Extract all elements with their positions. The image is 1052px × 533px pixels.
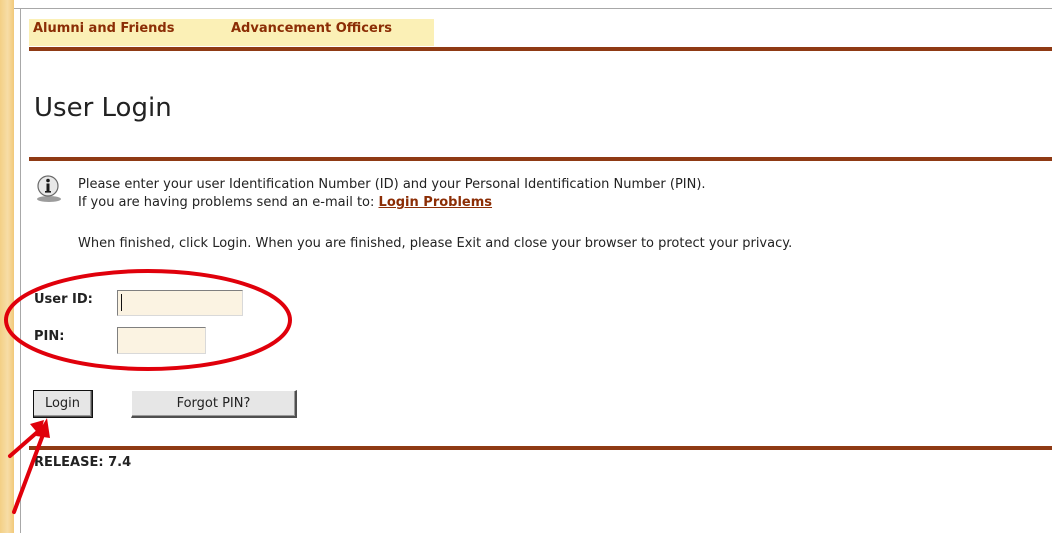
login-problems-link[interactable]: Login Problems — [379, 195, 493, 210]
page-title: User Login — [34, 93, 172, 123]
top-nav-bar: Alumni and Friends Advancement Officers — [29, 19, 434, 46]
instructions-line-2: If you are having problems send an e-mai… — [78, 194, 706, 212]
user-id-label: User ID: — [34, 292, 93, 307]
instructions-line-1: Please enter your user Identification Nu… — [78, 177, 706, 192]
window-top-border — [14, 0, 1052, 9]
forgot-pin-button[interactable]: Forgot PIN? — [131, 390, 297, 418]
user-id-input[interactable] — [117, 290, 243, 316]
pin-input[interactable] — [117, 327, 206, 354]
help-prefix-text: If you are having problems send an e-mai… — [78, 195, 375, 210]
login-instructions: Please enter your user Identification Nu… — [78, 176, 706, 212]
footer-divider — [29, 446, 1052, 450]
annotation-ellipse — [4, 269, 292, 371]
annotation-overlay — [4, 269, 292, 514]
privacy-instructions: When finished, click Login. When you are… — [78, 236, 793, 251]
release-version: RELEASE: 7.4 — [34, 455, 132, 470]
text-caret — [121, 294, 122, 311]
window-left-border — [14, 0, 21, 533]
pin-label: PIN: — [34, 329, 65, 344]
nav-item-advancement-officers[interactable]: Advancement Officers — [231, 21, 392, 36]
header-divider — [29, 47, 1052, 51]
title-divider — [29, 157, 1052, 161]
login-button[interactable]: Login — [33, 390, 93, 418]
nav-item-alumni-and-friends[interactable]: Alumni and Friends — [33, 21, 174, 36]
window-left-strip — [0, 0, 14, 533]
info-icon — [37, 175, 61, 202]
